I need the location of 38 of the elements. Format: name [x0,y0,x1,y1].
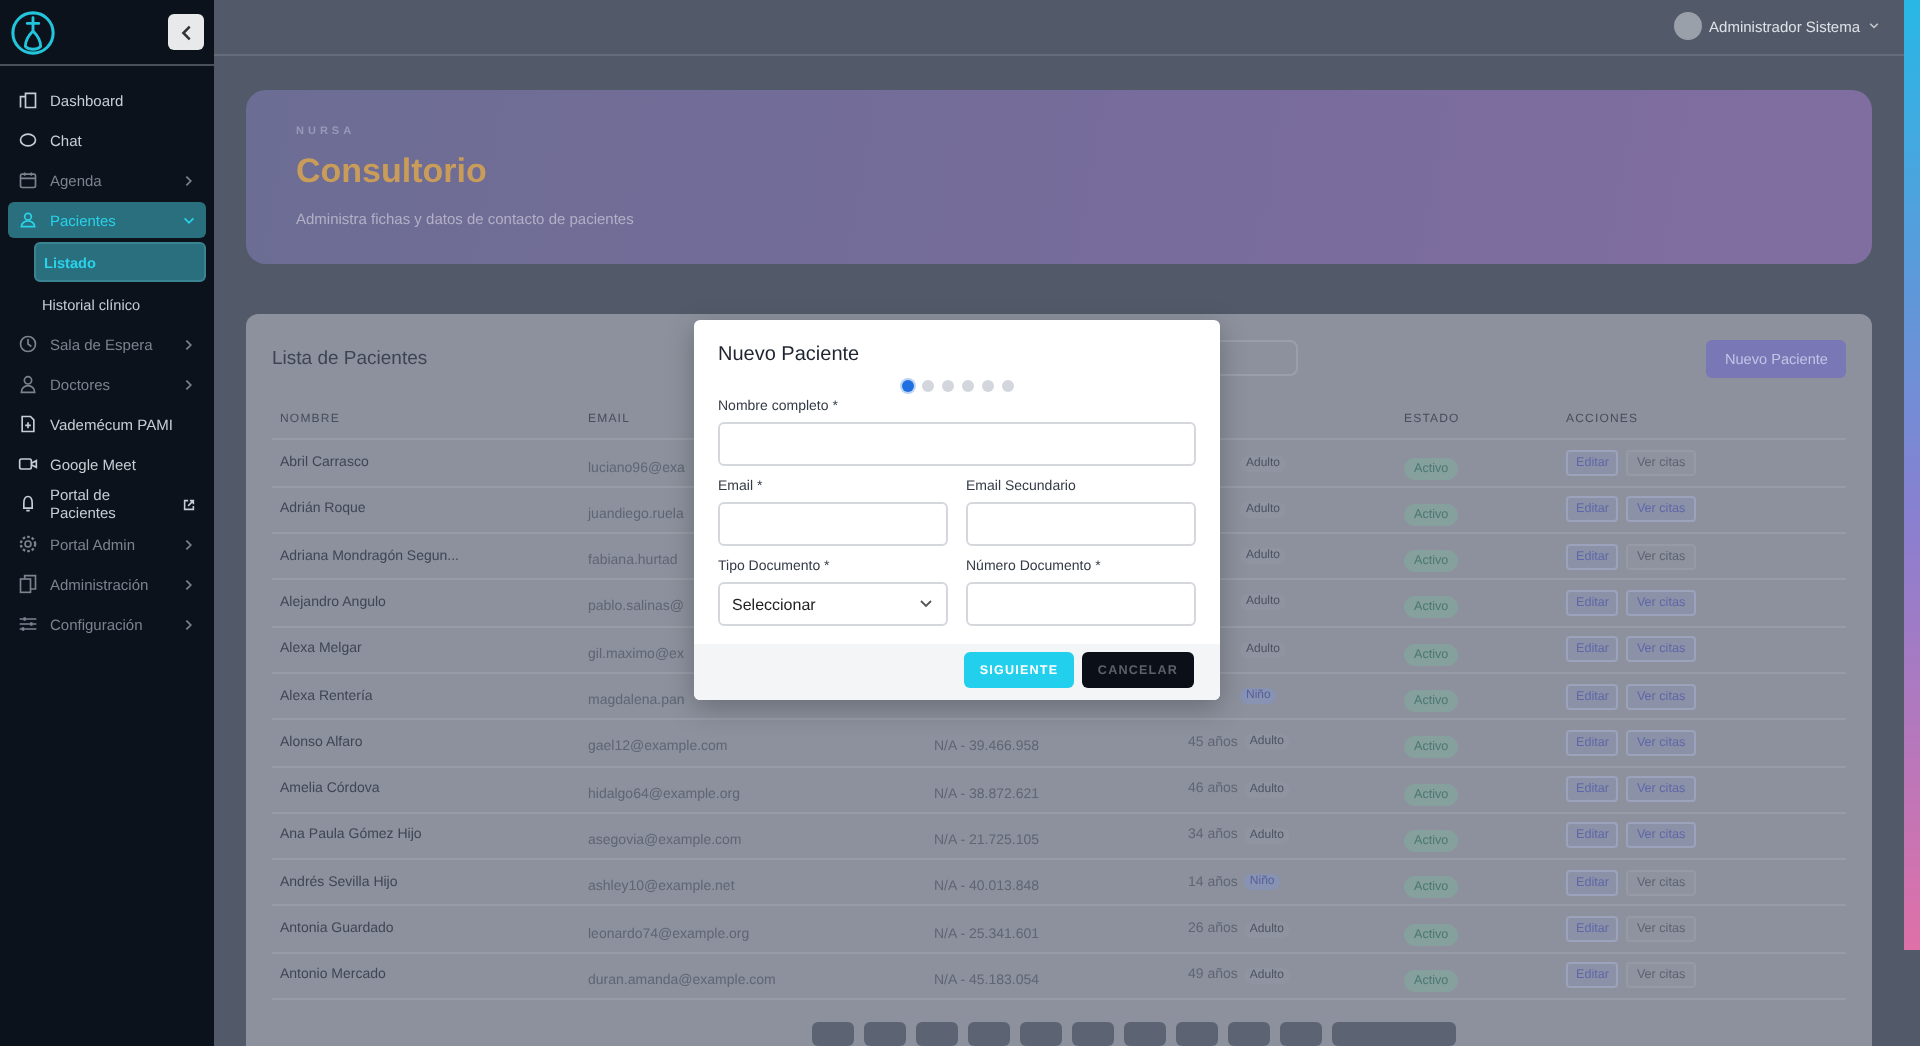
input-field[interactable] [966,502,1196,546]
page-button[interactable] [1279,1022,1321,1046]
external-link-icon [182,497,196,511]
logo-icon [10,9,56,55]
chevron-left-icon [177,23,195,41]
page-button[interactable] [863,1022,905,1046]
page-button[interactable] [811,1022,853,1046]
page-button[interactable] [967,1022,1009,1046]
page-title: Consultorio [296,152,489,193]
menu-icon [18,574,38,594]
input-field[interactable] [966,582,1196,626]
collapse-button[interactable] [168,14,204,50]
menu-icon [18,334,38,354]
input-field[interactable] [718,422,1196,466]
page-button[interactable] [1227,1022,1269,1046]
menu-icon [18,170,38,190]
card-title: Lista de Pacientes [272,347,428,370]
menu-icon [18,210,38,230]
page-button[interactable] [1331,1022,1455,1046]
page-button[interactable] [1019,1022,1061,1046]
menu-icon [18,414,38,434]
menu-icon [18,374,38,394]
menu-icon [18,90,38,110]
page-button[interactable] [915,1022,957,1046]
menu-icon [18,130,38,150]
input-field[interactable] [718,502,948,546]
chevron-down-icon [1868,20,1880,33]
select-field[interactable]: Seleccionar [718,582,948,626]
menu-icon [18,614,38,634]
dialog-title: Nuevo Paciente [718,344,862,366]
avatar-icon [1673,12,1702,41]
chevron-down-icon [918,596,934,612]
page-button[interactable] [1071,1022,1113,1046]
menu-icon [18,454,38,474]
page-button[interactable] [1175,1022,1217,1046]
menu-icon [18,534,38,554]
page-button[interactable] [1123,1022,1165,1046]
menu-icon [18,494,38,514]
